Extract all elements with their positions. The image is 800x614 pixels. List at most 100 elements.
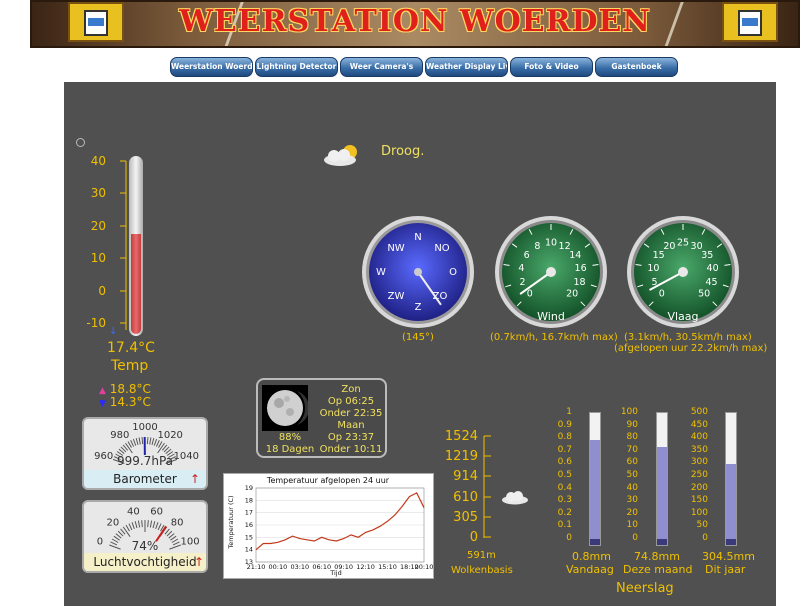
chart-ytick: 15 [245, 533, 253, 541]
gust-tick-label: 35 [701, 250, 713, 261]
wind-tick-label: 20 [566, 289, 578, 300]
hum-tick-label: 80 [171, 517, 184, 528]
gust-hour-text: (afgelopen uur 22.2km/h max) [614, 343, 768, 354]
baro-tick-label: 1000 [132, 422, 157, 433]
dial-tick [149, 520, 153, 528]
rain-month-tick: 100 [620, 407, 638, 417]
compass-n: N [414, 232, 421, 243]
temp-max-value: 18.8°C [109, 382, 151, 396]
chart-xtick: 09:10 [334, 563, 353, 571]
down-arrow-icon: ↓ [109, 326, 118, 337]
gust-tick-label: 45 [705, 277, 717, 288]
temperature-value: 17.4°C [107, 340, 155, 356]
rain-year-base [726, 539, 736, 545]
rain-year-tick: 450 [690, 419, 708, 430]
gust-speed-text: (3.1km/h, 30.5km/h max) [624, 332, 752, 343]
wind-tick-label: 16 [575, 263, 587, 274]
moon-illumination: 88% [278, 432, 302, 443]
rain-month-value: 74.8mm [634, 550, 680, 563]
rain-year-tick: 100 [690, 507, 708, 518]
rain-month-tick: 20 [626, 507, 638, 518]
wind-speed-text: (0.7km/h, 16.7km/h max) [490, 332, 618, 343]
cloudbase-tick: 1524 [444, 429, 478, 444]
dial-tick [128, 523, 133, 531]
cloudbase-tick: 0 [469, 530, 478, 545]
baro-tick-label: 980 [110, 430, 129, 441]
wind-tick-label: 10 [545, 238, 557, 249]
rain-today-tick: 0 [566, 533, 572, 543]
nav-cameras[interactable]: Weer Camera's [340, 57, 423, 77]
barometer-trend-icon: ↑ [189, 472, 200, 486]
site-title: WEERSTATION WOERDEN [179, 4, 651, 39]
chart-xtick: 21:10 [247, 563, 266, 571]
cloudbase-value: 591m [467, 550, 496, 561]
gust-gauge-label: Vlaag [667, 310, 698, 323]
dial-tick [131, 522, 135, 530]
nav-gastenboek[interactable]: Gastenboek [595, 57, 678, 77]
rain-year-tick: 50 [696, 520, 708, 531]
therm-scale-label: 0 [98, 284, 106, 298]
rain-year-tick: 250 [690, 470, 708, 480]
min-arrow-icon: ▼ [99, 399, 106, 409]
dial-tick [135, 438, 139, 446]
barometer-value: 999.7hPa [116, 454, 173, 468]
compass-nw: NW [387, 243, 404, 254]
temp-max-row: ▲ 18.8°C [99, 382, 151, 396]
rain-today-tick: 1 [566, 407, 572, 417]
dial-tick [132, 438, 137, 446]
chart-xtick: 03:10 [290, 563, 309, 571]
rain-today-tick: 0.2 [557, 507, 572, 518]
sunset-text: Onder 22:35 [319, 408, 383, 419]
gust-tick-label: 20 [663, 241, 675, 252]
nav-weather-display[interactable]: Weather Display Live [425, 57, 508, 77]
rain-year-gauge [725, 412, 737, 546]
hum-tick-label: 20 [107, 517, 120, 528]
rain-today-gauge [589, 412, 601, 546]
rain-today-tick: 0.4 [557, 482, 572, 493]
rain-month-tick: 70 [626, 444, 638, 455]
rain-today-tick: 0.1 [557, 520, 572, 531]
rain-month-fill [657, 446, 667, 545]
rain-month-tick: 80 [626, 432, 638, 443]
therm-scale-label: 30 [90, 186, 106, 200]
rain-month-tick: 40 [626, 482, 638, 493]
nav-foto-video[interactable]: Foto & Video [510, 57, 593, 77]
humidity-trend-icon: ↑ [193, 555, 204, 569]
cloudbase-label: Wolkenbasis [451, 565, 513, 576]
dial-tick [141, 520, 143, 528]
dial-tick [147, 520, 149, 528]
dial-tick [117, 530, 124, 537]
dial-tick [125, 524, 130, 532]
thermometer-fill [131, 234, 141, 334]
nav-lightning[interactable]: Lightning Detector [255, 57, 338, 77]
chart-xtick: 15:10 [378, 563, 397, 571]
temp-24h-chart: Temperatuur afgelopen 24 uur Temperatuur… [223, 473, 434, 579]
temperature-series-line [255, 492, 425, 551]
nav-weerstation[interactable]: Weerstation Woerden [170, 57, 253, 77]
dial-tick [115, 533, 122, 539]
dial-tick [137, 520, 141, 528]
hum-tick-label: 60 [150, 506, 163, 517]
sun-moon-box: Zon Op 06:25 Onder 22:35 Maan Op 23:37 O… [256, 378, 387, 458]
moonrise-text: Op 23:37 [327, 432, 375, 443]
temperature-label: Temp [111, 358, 149, 374]
rain-today-tick: 0.6 [557, 457, 572, 468]
therm-tick-marks [120, 160, 127, 330]
wind-tick-label: 8 [534, 241, 540, 252]
dial-tick [157, 442, 165, 454]
temp-min-row: ▼ 14.3°C [99, 395, 151, 409]
rain-year-tick: 400 [690, 432, 708, 443]
rain-year-label: Dit jaar [705, 563, 746, 576]
rain-year-tick: 300 [690, 457, 708, 468]
chart-ytick: 19 [245, 484, 253, 492]
chart-xtick: 20:10 [415, 563, 433, 571]
chart-ytick: 18 [245, 496, 253, 504]
dial-tick [164, 528, 170, 535]
wind-tick-label: 0 [527, 289, 533, 300]
dial-tick [138, 437, 141, 445]
baro-tick-label: 1020 [157, 430, 182, 441]
wind-tick-label: 2 [519, 277, 525, 288]
dial-tick [155, 522, 159, 530]
compass-no: NO [434, 243, 449, 254]
header-banner: WEERSTATION WOERDEN [30, 0, 800, 48]
